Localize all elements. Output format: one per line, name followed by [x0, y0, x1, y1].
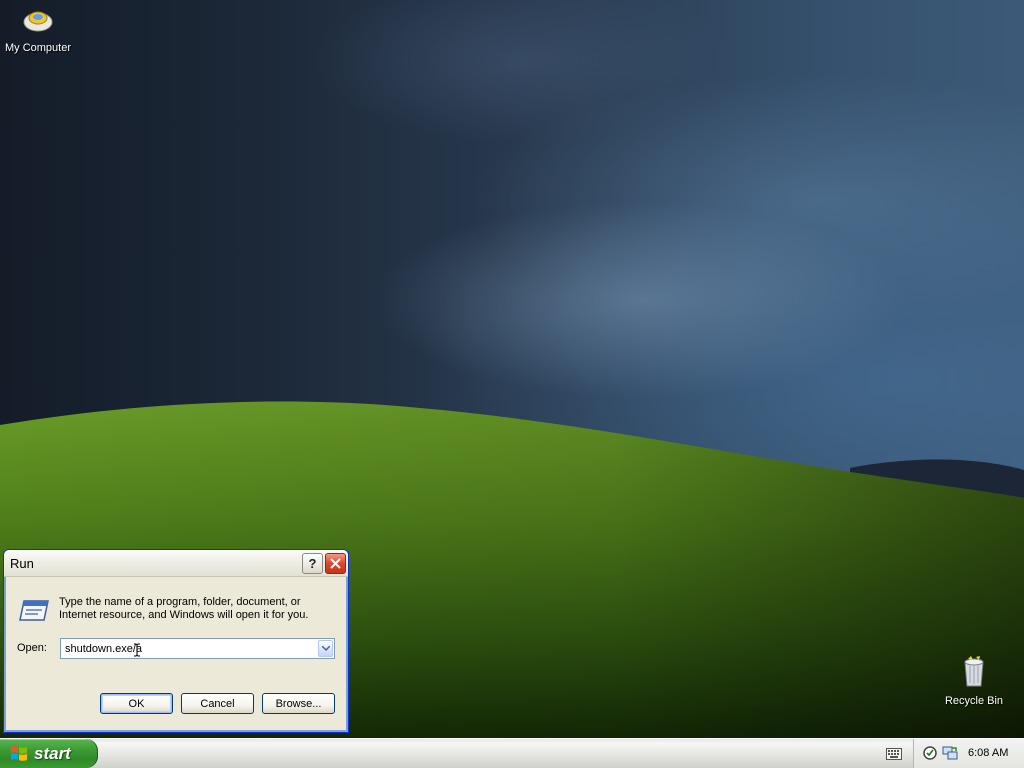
browse-button[interactable]: Browse...: [262, 693, 335, 714]
start-button[interactable]: start: [0, 739, 98, 768]
help-button[interactable]: ?: [302, 553, 323, 574]
dialog-description: Type the name of a program, folder, docu…: [59, 596, 309, 621]
open-label: Open:: [17, 642, 47, 654]
taskbar: start 6:08 AM: [0, 738, 1024, 768]
dialog-title-bar[interactable]: Run ?: [4, 550, 348, 577]
windows-logo-icon: [11, 746, 27, 761]
open-input[interactable]: [61, 639, 315, 658]
recycle-bin-icon: [934, 656, 1014, 691]
desktop-icon-label: My Computer: [4, 42, 72, 54]
system-tray: 6:08 AM: [913, 739, 1024, 768]
open-combobox[interactable]: [60, 638, 335, 659]
my-computer-icon: [0, 5, 78, 38]
chevron-down-icon: [321, 646, 330, 651]
clock[interactable]: 6:08 AM: [968, 747, 1008, 759]
desktop-icon-recycle-bin[interactable]: Recycle Bin: [934, 656, 1014, 707]
network-icon[interactable]: [942, 745, 958, 761]
ok-button[interactable]: OK: [100, 693, 173, 714]
keyboard-layout-icon[interactable]: [886, 748, 902, 760]
dialog-title: Run: [10, 556, 34, 571]
start-label: start: [34, 744, 71, 763]
close-icon: [330, 558, 341, 569]
security-shield-icon[interactable]: [923, 746, 937, 760]
run-icon: [18, 598, 50, 627]
help-icon: ?: [308, 556, 317, 571]
run-dialog: Run ? Type the name of a program, folder…: [3, 549, 349, 733]
open-dropdown-button[interactable]: [318, 640, 333, 657]
close-button[interactable]: [325, 553, 346, 574]
desktop-icon-my-computer[interactable]: My Computer: [0, 5, 78, 54]
desktop-icon-label: Recycle Bin: [944, 695, 1004, 707]
cancel-button[interactable]: Cancel: [181, 693, 254, 714]
